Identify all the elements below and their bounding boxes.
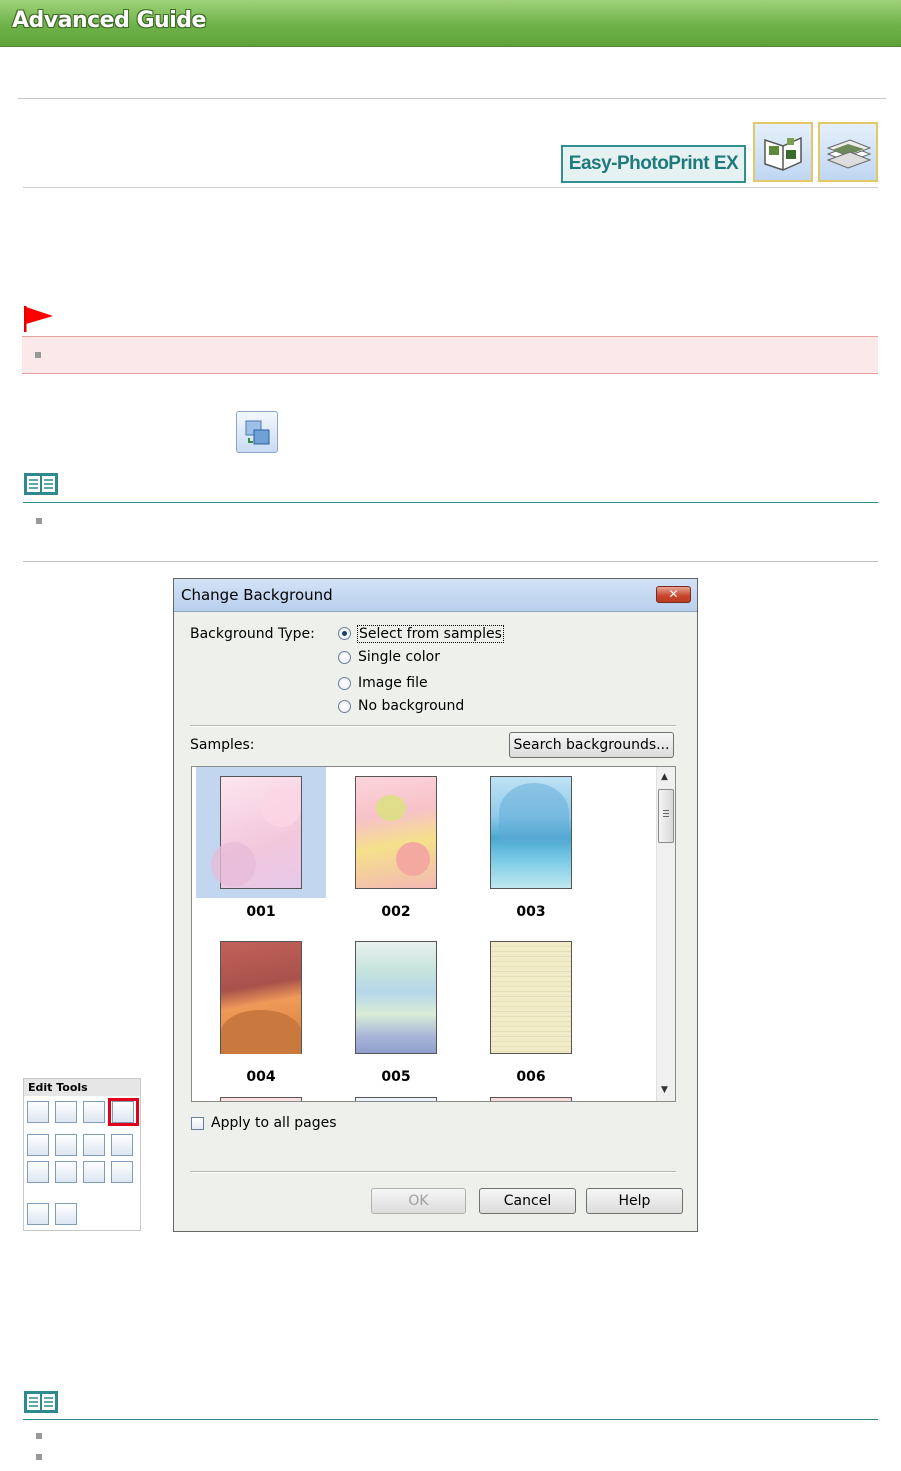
bullet	[36, 518, 42, 524]
radio-label: Select from samples	[357, 625, 504, 643]
sample-thumbnail	[220, 941, 302, 1054]
app-badge: Easy-PhotoPrint EX	[561, 145, 746, 183]
divider	[23, 561, 878, 562]
sample-label: 005	[381, 1069, 411, 1085]
vertical-text-tool-button[interactable]	[55, 1203, 77, 1225]
dialog-titlebar: Change Background ✕	[174, 579, 697, 612]
sample-label: 004	[246, 1069, 276, 1085]
close-button[interactable]: ✕	[656, 586, 691, 603]
scroll-thumb[interactable]	[658, 789, 674, 843]
album-icon	[753, 122, 813, 182]
sample-label: 002	[381, 904, 411, 920]
red-flag-icon	[23, 306, 55, 336]
search-backgrounds-button[interactable]: Search backgrounds...	[509, 732, 674, 758]
sample-thumbnail	[355, 941, 437, 1054]
samples-list[interactable]: 001 002 003 004 005 006 ▲ ▼	[191, 766, 676, 1102]
sample-thumbnail	[490, 776, 572, 889]
sample-thumbnail	[211, 776, 302, 889]
highlight-frame	[108, 1098, 139, 1126]
separator	[190, 1171, 676, 1173]
layout-print-icon	[818, 122, 878, 182]
tool-button[interactable]	[111, 1134, 133, 1156]
sample-label: 006	[516, 1069, 546, 1085]
bullet	[36, 1454, 42, 1460]
ok-button[interactable]: OK	[371, 1188, 466, 1214]
cancel-button[interactable]: Cancel	[479, 1188, 576, 1214]
radio-button[interactable]	[338, 700, 351, 713]
separator	[190, 725, 676, 727]
book-icon	[23, 1390, 59, 1418]
change-background-dialog: Change Background ✕ Background Type: Sel…	[173, 578, 698, 1232]
note-divider	[23, 502, 878, 503]
tool-button[interactable]	[83, 1101, 105, 1123]
samples-scrollbar[interactable]: ▲ ▼	[656, 767, 675, 1101]
important-box	[22, 336, 878, 374]
radio-button[interactable]	[338, 651, 351, 664]
edit-tools-panel: Edit Tools	[23, 1078, 141, 1231]
tool-button[interactable]	[83, 1134, 105, 1156]
background-type-label: Background Type:	[190, 626, 315, 642]
bullet	[35, 352, 41, 358]
dialog-title: Change Background	[181, 586, 333, 604]
help-button[interactable]: Help	[586, 1188, 683, 1214]
divider	[23, 187, 878, 188]
scroll-up-icon[interactable]: ▲	[661, 772, 668, 782]
text-tool-button[interactable]	[27, 1203, 49, 1225]
tool-button[interactable]	[27, 1101, 49, 1123]
tool-button[interactable]	[83, 1161, 105, 1183]
radio-label: Image file	[358, 675, 428, 691]
note-divider	[23, 1419, 878, 1420]
guide-title: Advanced Guide	[12, 8, 206, 33]
tool-button[interactable]	[27, 1161, 49, 1183]
tool-button[interactable]	[111, 1161, 133, 1183]
tool-button[interactable]	[55, 1101, 77, 1123]
radio-label: No background	[358, 698, 465, 714]
tool-button[interactable]	[55, 1161, 77, 1183]
sample-thumbnail[interactable]	[355, 1097, 437, 1101]
guide-header: Advanced Guide	[0, 0, 901, 47]
samples-label: Samples:	[190, 737, 255, 753]
sample-label: 003	[516, 904, 546, 920]
change-background-tool-button[interactable]	[112, 1101, 134, 1123]
bullet	[36, 1433, 42, 1439]
radio-label: Single color	[358, 649, 440, 665]
divider	[18, 98, 886, 99]
sample-label: 001	[246, 904, 276, 920]
tool-button[interactable]	[27, 1134, 49, 1156]
radio-button[interactable]	[338, 677, 351, 690]
apply-all-checkbox[interactable]	[191, 1117, 204, 1130]
sample-thumbnail	[490, 941, 572, 1054]
radio-button[interactable]	[338, 627, 351, 640]
tool-button[interactable]	[55, 1134, 77, 1156]
sample-thumbnail[interactable]	[220, 1097, 302, 1101]
apply-all-label: Apply to all pages	[211, 1115, 337, 1131]
sample-thumbnail[interactable]	[490, 1097, 572, 1101]
edit-tools-title: Edit Tools	[24, 1079, 140, 1096]
scroll-down-icon[interactable]: ▼	[661, 1085, 668, 1095]
sample-thumbnail	[355, 776, 437, 889]
book-icon	[23, 472, 59, 500]
change-background-icon	[236, 411, 278, 453]
